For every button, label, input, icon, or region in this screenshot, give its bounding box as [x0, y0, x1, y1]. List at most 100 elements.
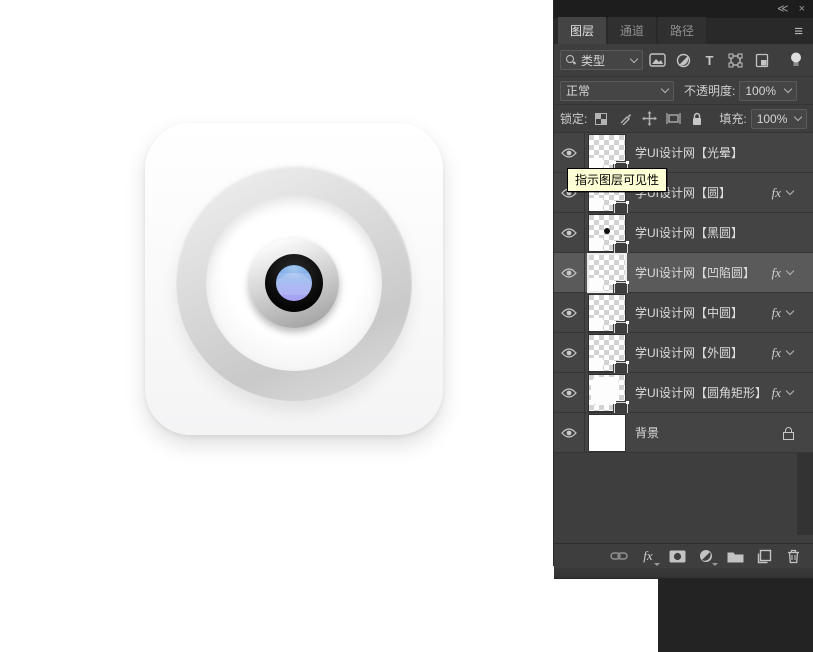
layer-filtering-toggle[interactable] — [784, 49, 807, 71]
collapse-panel-icon[interactable]: ≪ — [777, 4, 789, 15]
layer-row-heiyuan[interactable]: 学UI设计网【黑圆】 — [554, 213, 813, 253]
layer-name[interactable]: 学UI设计网【圆角矩形】 — [635, 384, 767, 401]
opacity-dropdown[interactable]: 100% — [739, 81, 797, 101]
layer-row-zhongyuan[interactable]: 学UI设计网【中圆】 fx — [554, 293, 813, 333]
background-lock-icon — [783, 427, 793, 439]
filter-type-layers-button[interactable]: T — [698, 49, 721, 71]
panel-titlebar: ≪ × — [554, 0, 813, 18]
opacity-value: 100% — [745, 84, 776, 98]
filter-type-dropdown[interactable]: 类型 — [560, 50, 643, 70]
layer-filter-row: 类型 T — [554, 44, 813, 77]
visibility-eye-icon[interactable] — [554, 213, 585, 252]
fx-badge[interactable]: fx — [772, 305, 781, 321]
layer-name[interactable]: 学UI设计网【凹陷圆】 — [635, 264, 755, 281]
filter-pixel-layers-button[interactable] — [646, 49, 669, 71]
chevron-down-icon — [661, 85, 669, 93]
layer-row-aoxianyuan-selected[interactable]: 学UI设计网【凹陷圆】 fx — [554, 253, 813, 293]
layer-name[interactable]: 背景 — [635, 424, 659, 441]
layer-thumbnail[interactable] — [589, 415, 625, 451]
vector-mask-badge-icon — [614, 322, 628, 334]
vector-mask-badge-icon — [614, 242, 628, 254]
blend-mode-value: 正常 — [566, 82, 590, 99]
fill-label: 填充: — [719, 110, 746, 127]
tab-paths[interactable]: 路径 — [658, 17, 706, 44]
layer-row-background[interactable]: 背景 — [554, 413, 813, 453]
chevron-down-icon[interactable] — [786, 307, 794, 315]
layer-row-guangyun[interactable]: 学UI设计网【光晕】 — [554, 133, 813, 173]
lock-position-button[interactable] — [639, 109, 659, 129]
layer-thumbnail[interactable] — [589, 255, 625, 291]
chevron-down-icon — [784, 85, 792, 93]
flyout-triangle-icon — [712, 563, 718, 566]
close-panel-icon[interactable]: × — [799, 4, 805, 15]
layer-name[interactable]: 学UI设计网【黑圆】 — [635, 224, 743, 241]
layer-thumbnail[interactable] — [589, 215, 625, 251]
add-layer-mask-button[interactable] — [667, 547, 687, 565]
filter-type-label: 类型 — [581, 52, 605, 69]
layer-thumbnail[interactable] — [589, 135, 625, 171]
fx-badge[interactable]: fx — [772, 185, 781, 201]
panel-menu-icon[interactable]: ≡ — [794, 23, 803, 40]
tab-channels[interactable]: 通道 — [608, 17, 656, 44]
layer-thumbnail[interactable] — [589, 375, 625, 411]
delete-layer-button[interactable] — [783, 547, 803, 565]
lock-label: 锁定: — [560, 110, 587, 127]
artwork-lens — [276, 265, 312, 301]
lock-image-button[interactable] — [615, 109, 635, 129]
layer-list-empty-area — [554, 453, 813, 543]
vector-mask-badge-icon — [614, 282, 628, 294]
layer-name[interactable]: 学UI设计网【光晕】 — [635, 144, 743, 161]
filter-shape-layers-button[interactable] — [724, 49, 747, 71]
layer-row-yuanjiao-juxing[interactable]: 学UI设计网【圆角矩形】 fx — [554, 373, 813, 413]
filter-adjustment-layers-button[interactable] — [672, 49, 695, 71]
new-adjustment-layer-button[interactable] — [696, 547, 716, 565]
tab-layers[interactable]: 图层 — [558, 17, 606, 44]
lock-transparency-button[interactable] — [591, 109, 611, 129]
fx-badge[interactable]: fx — [772, 345, 781, 361]
blend-mode-row: 正常 不透明度: 100% — [554, 77, 813, 105]
chevron-down-icon[interactable] — [786, 387, 794, 395]
artwork-avatar-body — [276, 273, 312, 295]
fill-dropdown[interactable]: 100% — [751, 109, 807, 129]
artwork-outer-ring — [176, 165, 412, 401]
visibility-eye-icon[interactable] — [554, 253, 585, 292]
lock-row: 锁定: 填充: 100% — [554, 105, 813, 133]
lock-artboard-button[interactable] — [663, 109, 683, 129]
fx-badge[interactable]: fx — [772, 265, 781, 281]
fx-glyph: fx — [643, 548, 652, 564]
layer-thumbnail[interactable] — [589, 295, 625, 331]
blend-mode-dropdown[interactable]: 正常 — [560, 81, 674, 101]
fx-badge[interactable]: fx — [772, 385, 781, 401]
photoshop-screen: ≪ × 图层 通道 路径 ≡ 类型 T — [0, 0, 813, 652]
visibility-eye-icon[interactable] — [554, 413, 585, 452]
canvas-artwork-rounded-square — [145, 123, 443, 435]
panel-tab-bar: 图层 通道 路径 ≡ — [554, 18, 813, 44]
layers-panel: ≪ × 图层 通道 路径 ≡ 类型 T — [553, 0, 813, 566]
layer-row-waiyuan[interactable]: 学UI设计网【外圆】 fx — [554, 333, 813, 373]
layer-name[interactable]: 学UI设计网【外圆】 — [635, 344, 743, 361]
link-layers-button[interactable] — [609, 547, 629, 565]
artwork-black-ring — [265, 254, 323, 312]
visibility-eye-icon[interactable] — [554, 373, 585, 412]
chevron-down-icon[interactable] — [786, 187, 794, 195]
lock-all-button[interactable] — [687, 109, 707, 129]
fill-value: 100% — [757, 112, 788, 126]
layer-name[interactable]: 学UI设计网【中圆】 — [635, 304, 743, 321]
search-icon — [566, 55, 576, 65]
new-group-button[interactable] — [725, 547, 745, 565]
chevron-down-icon[interactable] — [786, 267, 794, 275]
vector-mask-badge-icon — [614, 402, 628, 414]
new-layer-button[interactable] — [754, 547, 774, 565]
type-letter-icon: T — [706, 53, 714, 68]
opacity-label: 不透明度: — [684, 82, 735, 99]
panel-bottom-edge — [554, 568, 813, 579]
layer-style-button[interactable]: fx — [638, 547, 658, 565]
filter-smart-objects-button[interactable] — [750, 49, 773, 71]
layer-thumbnail[interactable] — [589, 335, 625, 371]
chevron-down-icon — [630, 54, 638, 62]
artwork-silver-ring — [249, 238, 339, 328]
chevron-down-icon[interactable] — [786, 347, 794, 355]
visibility-eye-icon[interactable] — [554, 333, 585, 372]
visibility-eye-icon[interactable] — [554, 133, 585, 172]
visibility-eye-icon[interactable] — [554, 293, 585, 332]
